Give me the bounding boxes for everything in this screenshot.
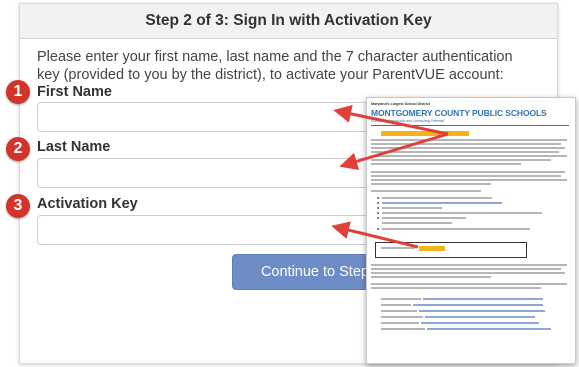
arrow-last-name — [339, 132, 449, 171]
arrow-activation-key — [331, 221, 419, 249]
callout-arrows — [331, 105, 449, 249]
arrow-first-name — [333, 105, 449, 136]
